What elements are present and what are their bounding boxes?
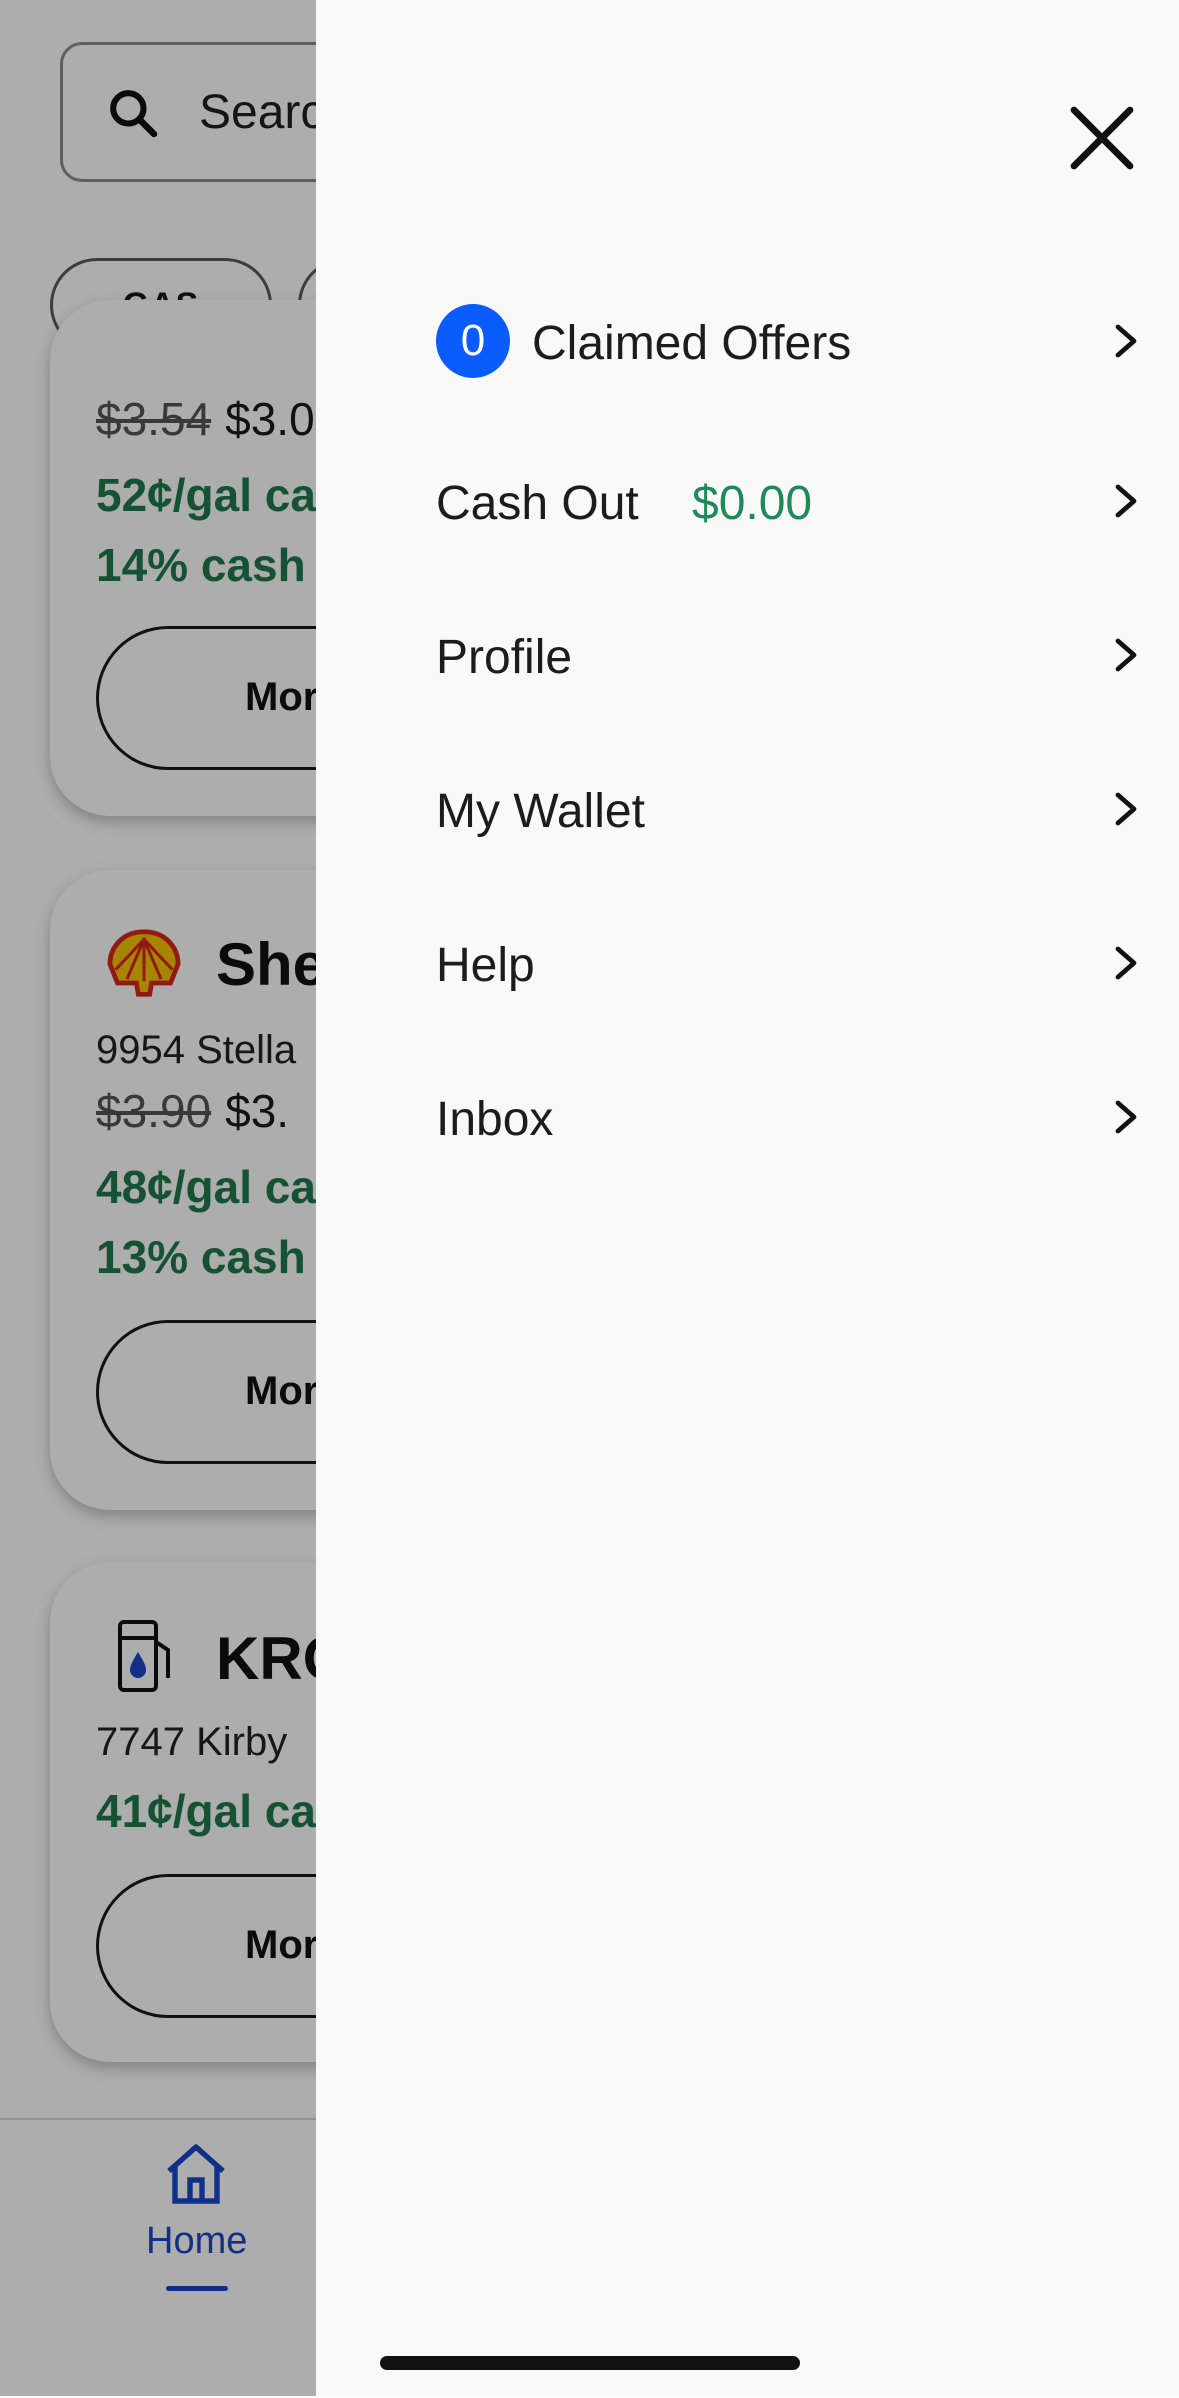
menu-item-label: Claimed Offers	[532, 317, 852, 370]
chevron-right-icon	[1115, 946, 1137, 980]
menu-item-help[interactable]: Help	[436, 908, 1156, 1018]
menu-item-label: My Wallet	[436, 785, 645, 838]
menu-item-label: Cash Out	[436, 477, 639, 530]
home-indicator	[380, 2356, 800, 2370]
menu-item-inbox[interactable]: Inbox	[436, 1062, 1156, 1172]
chevron-right-icon	[1115, 638, 1137, 672]
cash-out-amount: $0.00	[692, 477, 813, 530]
chevron-right-icon	[1115, 1100, 1137, 1134]
chevron-right-icon	[1115, 324, 1137, 358]
menu-item-label: Profile	[436, 631, 573, 684]
menu-item-profile[interactable]: Profile	[436, 600, 1156, 710]
menu-item-cash-out[interactable]: Cash Out $0.00	[436, 446, 1156, 556]
side-menu-drawer: 0 Claimed Offers Cash Out $0.00 Profile …	[316, 0, 1179, 2396]
menu-item-my-wallet[interactable]: My Wallet	[436, 754, 1156, 864]
chevron-right-icon	[1115, 484, 1137, 518]
drawer-backdrop[interactable]	[0, 0, 316, 2396]
menu-item-label: Help	[436, 939, 535, 992]
close-icon[interactable]	[1062, 98, 1142, 178]
claimed-offers-count-badge: 0	[436, 304, 510, 378]
menu-item-claimed-offers[interactable]: 0 Claimed Offers	[436, 286, 1156, 396]
chevron-right-icon	[1115, 792, 1137, 826]
menu-item-label: Inbox	[436, 1093, 554, 1146]
